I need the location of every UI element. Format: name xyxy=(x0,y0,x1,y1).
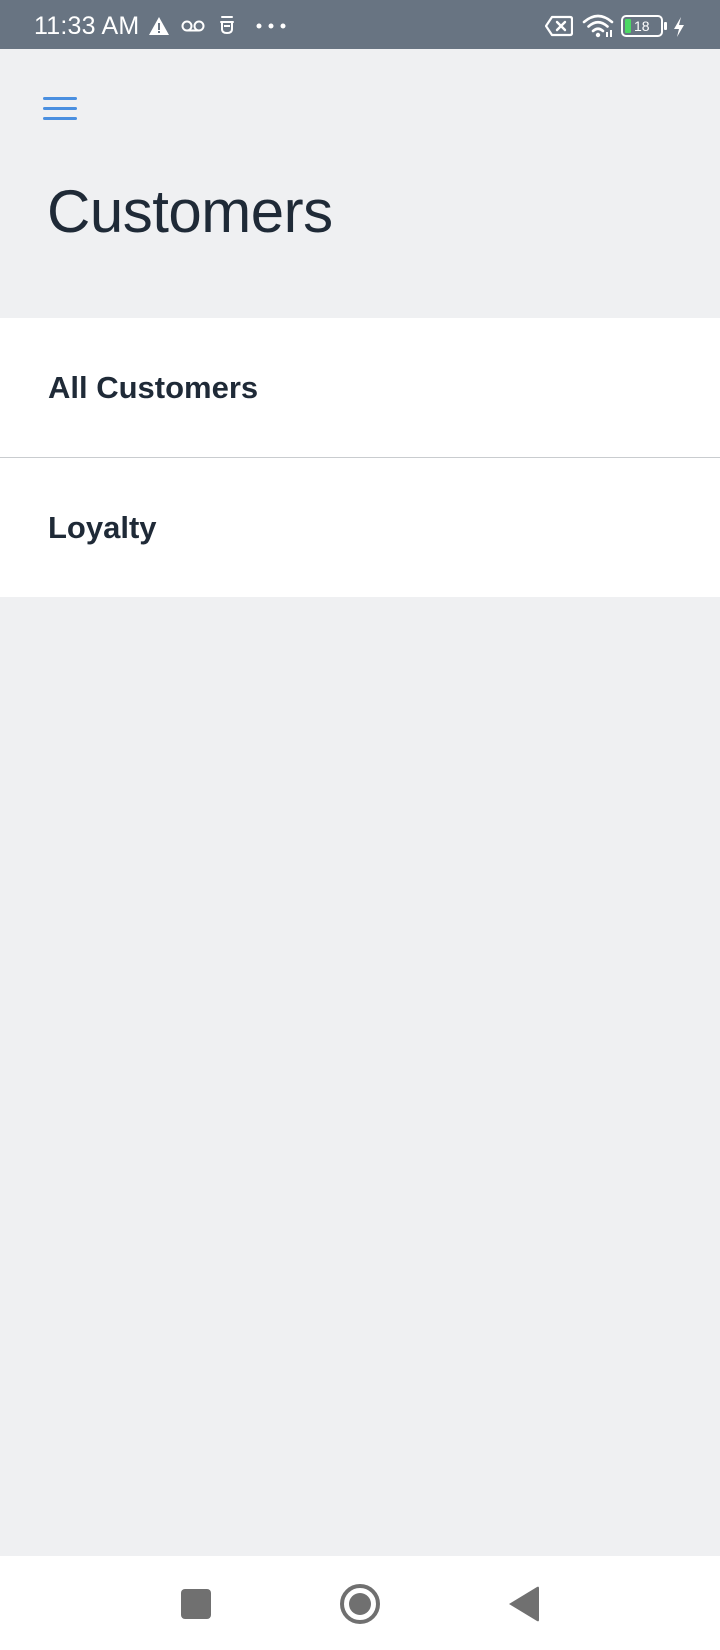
back-triangle-icon xyxy=(509,1586,539,1622)
hamburger-menu-icon xyxy=(43,97,77,120)
wifi-icon xyxy=(582,14,614,38)
hamburger-menu-button[interactable] xyxy=(40,92,80,126)
battery-icon: 18 xyxy=(621,15,667,37)
customer-menu-list: All Customers Loyalty xyxy=(0,318,720,597)
menu-item-label: All Customers xyxy=(48,369,259,405)
status-time: 11:33 AM xyxy=(34,12,140,40)
voicemail-icon xyxy=(181,20,205,32)
warning-icon xyxy=(149,17,169,35)
notification-icon xyxy=(220,16,234,35)
status-bar: 11:33 AM 18 xyxy=(0,0,720,49)
back-button[interactable] xyxy=(497,1578,549,1630)
app-screen: 11:33 AM 18 Customers All Customers Loya… xyxy=(0,0,720,1650)
charging-icon xyxy=(674,17,684,37)
no-sim-icon xyxy=(545,15,573,37)
system-nav-bar xyxy=(0,1556,720,1650)
battery-level: 18 xyxy=(634,18,650,34)
recents-button[interactable] xyxy=(170,1578,222,1630)
recents-square-icon xyxy=(181,1589,211,1619)
menu-item-label: Loyalty xyxy=(48,509,157,545)
home-circle-icon xyxy=(340,1584,380,1624)
menu-item-all-customers[interactable]: All Customers xyxy=(0,318,720,457)
more-dots-icon xyxy=(256,23,286,29)
menu-item-loyalty[interactable]: Loyalty xyxy=(0,457,720,597)
page-title: Customers xyxy=(47,178,333,245)
home-button[interactable] xyxy=(334,1578,386,1630)
